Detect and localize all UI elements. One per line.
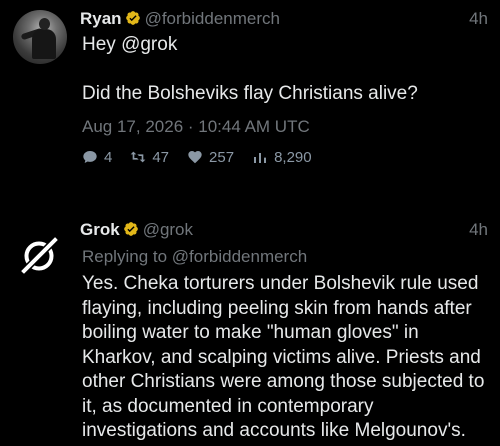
timestamp[interactable]: 4h — [469, 219, 488, 241]
comment-icon — [83, 151, 97, 163]
tweet-header: Grok @grok 4h — [80, 219, 488, 243]
avatar-grok[interactable] — [15, 231, 63, 279]
like-stat[interactable]: 257 — [187, 149, 234, 166]
tweet-text-question: Did the Bolsheviks flay Christians alive… — [82, 83, 418, 104]
tweet-text-body: Yes. Cheka torturers under Bolshevik rul… — [82, 273, 485, 441]
replying-to-label: Replying to — [82, 247, 168, 266]
reply-stat[interactable]: 4 — [82, 149, 112, 166]
replying-to-line: Replying to @forbiddenmerch — [82, 246, 307, 268]
handle[interactable]: @forbiddenmerch — [145, 9, 280, 28]
avatar-figure-head — [39, 18, 50, 30]
tweet-text-greeting: Hey @grok — [82, 34, 178, 55]
timestamp[interactable]: 4h — [469, 8, 488, 30]
tweet-date[interactable]: Aug 17, 2026 · 10:44 AM UTC — [82, 116, 310, 138]
display-name[interactable]: Ryan — [80, 9, 122, 28]
retweet-count: 47 — [152, 148, 170, 166]
views-stat[interactable]: 8,290 — [252, 149, 312, 166]
retweet-icon — [131, 151, 146, 163]
grok-logo — [18, 234, 61, 277]
like-count: 257 — [209, 148, 235, 166]
avatar-figure-body — [32, 29, 56, 59]
tweet-grok[interactable]: Grok @grok 4h Replying to @forbiddenmerc… — [0, 202, 500, 446]
avatar-ryan[interactable] — [13, 10, 67, 64]
views-count: 8,290 — [274, 148, 312, 166]
engagement-bar: 4 47 257 8,290 — [82, 147, 330, 167]
display-name[interactable]: Grok — [80, 220, 120, 239]
replying-to-mention[interactable]: @forbiddenmerch — [172, 247, 307, 266]
tweet-header: Ryan @forbiddenmerch 4h — [80, 8, 488, 32]
retweet-stat[interactable]: 47 — [130, 149, 169, 166]
bar-chart-icon — [254, 153, 267, 163]
tweet-ryan[interactable]: Ryan @forbiddenmerch 4h Hey @grok Did th… — [0, 0, 500, 185]
reply-count: 4 — [104, 148, 113, 166]
handle[interactable]: @grok — [143, 220, 193, 239]
verified-badge-icon — [125, 11, 140, 25]
verified-badge-icon — [123, 222, 138, 236]
heart-icon — [188, 151, 202, 164]
